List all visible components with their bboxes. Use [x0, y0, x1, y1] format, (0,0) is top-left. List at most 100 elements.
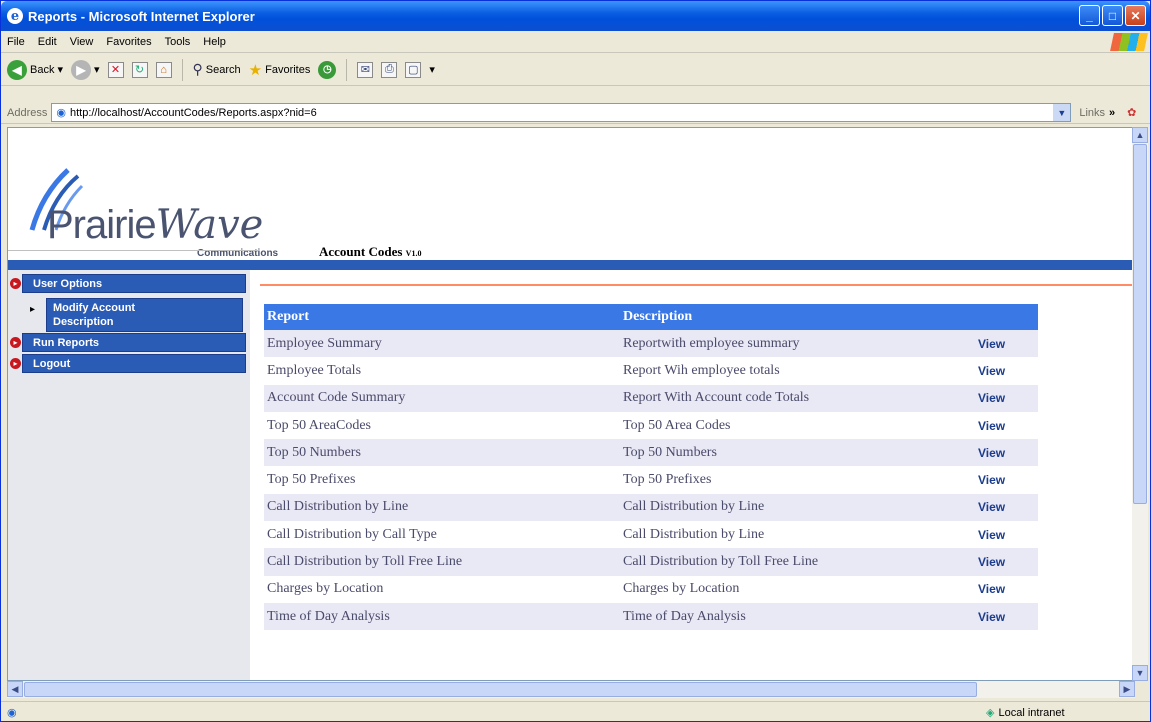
status-bar: ◉ ◈ Local intranet	[1, 701, 1150, 722]
address-input[interactable]: ◉ http://localhost/AccountCodes/Reports.…	[51, 103, 1072, 122]
table-body: Employee Summary Reportwith employee summ…	[264, 330, 1038, 631]
horizontal-scrollbar[interactable]: ◀ ▶	[7, 681, 1135, 698]
version-label: V1.0	[405, 249, 422, 258]
view-link[interactable]: View	[978, 582, 1038, 596]
report-description: Top 50 Area Codes	[623, 417, 731, 433]
report-name: Top 50 Numbers	[267, 444, 361, 460]
logo-wordmark: PrairieWave	[47, 202, 264, 248]
toolbar-separator	[346, 58, 348, 81]
favorites-button[interactable]: ★ Favorites	[249, 61, 311, 79]
table-row: Top 50 Numbers Top 50 Numbers View	[264, 439, 1038, 467]
report-description: Charges by Location	[623, 581, 740, 597]
view-link[interactable]: View	[978, 337, 1038, 351]
links-button[interactable]: Links	[1079, 107, 1105, 119]
address-label: Address	[7, 106, 48, 119]
back-button[interactable]: ◀ Back ▾	[7, 59, 63, 80]
window-title: Reports - Microsoft Internet Explorer	[28, 8, 255, 24]
view-link[interactable]: View	[978, 364, 1038, 378]
scroll-left-icon[interactable]: ◀	[7, 681, 23, 697]
ie-status-icon: ◉	[7, 706, 17, 719]
title-bar[interactable]: e Reports - Microsoft Internet Explorer …	[1, 1, 1150, 31]
view-link[interactable]: View	[978, 555, 1038, 569]
windows-logo-icon	[1110, 33, 1148, 51]
menu-edit[interactable]: Edit	[38, 36, 57, 48]
nav-run-reports[interactable]: Run Reports	[22, 333, 246, 352]
report-description: Top 50 Numbers	[623, 444, 717, 460]
report-name: Employee Summary	[267, 335, 382, 351]
browser-window: e Reports - Microsoft Internet Explorer …	[0, 0, 1151, 722]
address-url: http://localhost/AccountCodes/Reports.as…	[69, 106, 317, 119]
table-row: Top 50 Prefixes Top 50 Prefixes View	[264, 466, 1038, 493]
star-icon: ★	[248, 61, 263, 79]
scroll-thumb[interactable]	[1133, 144, 1147, 504]
forward-button[interactable]: ▶ ▾	[71, 59, 100, 80]
menu-bar: File Edit View Favorites Tools Help	[1, 31, 1150, 53]
view-link[interactable]: View	[978, 391, 1038, 405]
report-description: Time of Day Analysis	[623, 608, 746, 624]
search-icon: ⚲	[192, 61, 203, 77]
view-link[interactable]: View	[978, 419, 1038, 433]
table-row: Charges by Location Charges by Location Vi…	[264, 576, 1038, 603]
intranet-icon: ◈	[986, 707, 995, 719]
menu-favorites[interactable]: Favorites	[106, 36, 151, 48]
table-row: Employee Summary Reportwith employee summ…	[264, 330, 1038, 358]
refresh-icon[interactable]: ↻	[131, 61, 148, 78]
table-row: Time of Day Analysis Time of Day Analysis…	[264, 602, 1038, 631]
report-description: Call Distribution by Line	[623, 499, 765, 515]
nav-bullet-icon: ▸	[10, 358, 21, 369]
scroll-right-icon[interactable]: ▶	[1119, 681, 1135, 697]
menu-file[interactable]: File	[7, 36, 25, 48]
edit-page-icon[interactable]: ▢	[405, 61, 422, 78]
header-report: Report	[267, 309, 309, 324]
report-name: Employee Totals	[267, 362, 362, 378]
report-name: Call Distribution by Toll Free Line	[267, 554, 463, 570]
back-arrow-icon: ◀	[7, 59, 27, 80]
view-link[interactable]: View	[978, 500, 1038, 514]
report-description: Call Distribution by Line	[623, 526, 765, 542]
scroll-down-icon[interactable]: ▼	[1132, 665, 1148, 681]
print-icon[interactable]: ⎙	[381, 61, 398, 78]
header-description: Description	[623, 309, 693, 324]
menu-view[interactable]: View	[70, 36, 94, 48]
nav-user-options[interactable]: User Options	[22, 274, 246, 293]
nav-bullet-icon: ▸	[10, 278, 21, 289]
close-button[interactable]: ✕	[1125, 5, 1146, 26]
address-bar: Address ◉ http://localhost/AccountCodes/…	[1, 102, 1150, 124]
double-chevron-icon[interactable]: »	[1109, 107, 1115, 119]
maximize-button[interactable]: □	[1102, 5, 1123, 26]
home-icon[interactable]: ⌂	[155, 61, 172, 78]
nav-bullet-icon: ▸	[10, 337, 21, 348]
minimize-button[interactable]: _	[1079, 5, 1100, 26]
sub-arrow-icon: ▸	[30, 304, 36, 315]
reports-table: Report Description Employee Summary Repor…	[264, 304, 1038, 631]
view-link[interactable]: View	[978, 446, 1038, 460]
table-row: Account Code Summary Report With Account …	[264, 384, 1038, 412]
search-button[interactable]: ⚲ Search	[193, 61, 241, 78]
menu-help[interactable]: Help	[203, 36, 226, 48]
vertical-scrollbar[interactable]: ▲ ▼	[1132, 127, 1148, 681]
divider	[260, 284, 1134, 286]
table-row: Employee Totals Report Wih employee total…	[264, 357, 1038, 384]
menu-tools[interactable]: Tools	[165, 36, 191, 48]
history-icon[interactable]: ◷	[318, 60, 337, 79]
report-description: Call Distribution by Toll Free Line	[623, 554, 819, 570]
nav-logout[interactable]: Logout	[22, 354, 246, 373]
page-title: Account Codes V1.0	[319, 244, 422, 259]
chevron-down-icon[interactable]: ▾	[429, 63, 435, 76]
report-name: Top 50 Prefixes	[267, 472, 356, 488]
scroll-thumb[interactable]	[24, 682, 977, 697]
nav-modify-account-description[interactable]: Modify Account Description	[46, 298, 243, 332]
view-link[interactable]: View	[978, 528, 1038, 542]
report-name: Call Distribution by Line	[267, 499, 409, 515]
view-link[interactable]: View	[978, 610, 1038, 624]
report-name: Time of Day Analysis	[267, 608, 390, 624]
scroll-up-icon[interactable]: ▲	[1132, 127, 1148, 143]
addon-icon[interactable]: ✿	[1127, 106, 1136, 119]
header-bar	[8, 260, 1134, 270]
page-content: PrairieWave Communications Account Codes…	[7, 127, 1135, 681]
view-link[interactable]: View	[978, 473, 1038, 487]
security-zone: ◈ Local intranet	[986, 706, 1065, 720]
chevron-down-icon[interactable]: ▼	[1053, 104, 1071, 121]
stop-icon[interactable]: ✕	[107, 61, 124, 78]
mail-icon[interactable]: ✉	[357, 61, 374, 78]
